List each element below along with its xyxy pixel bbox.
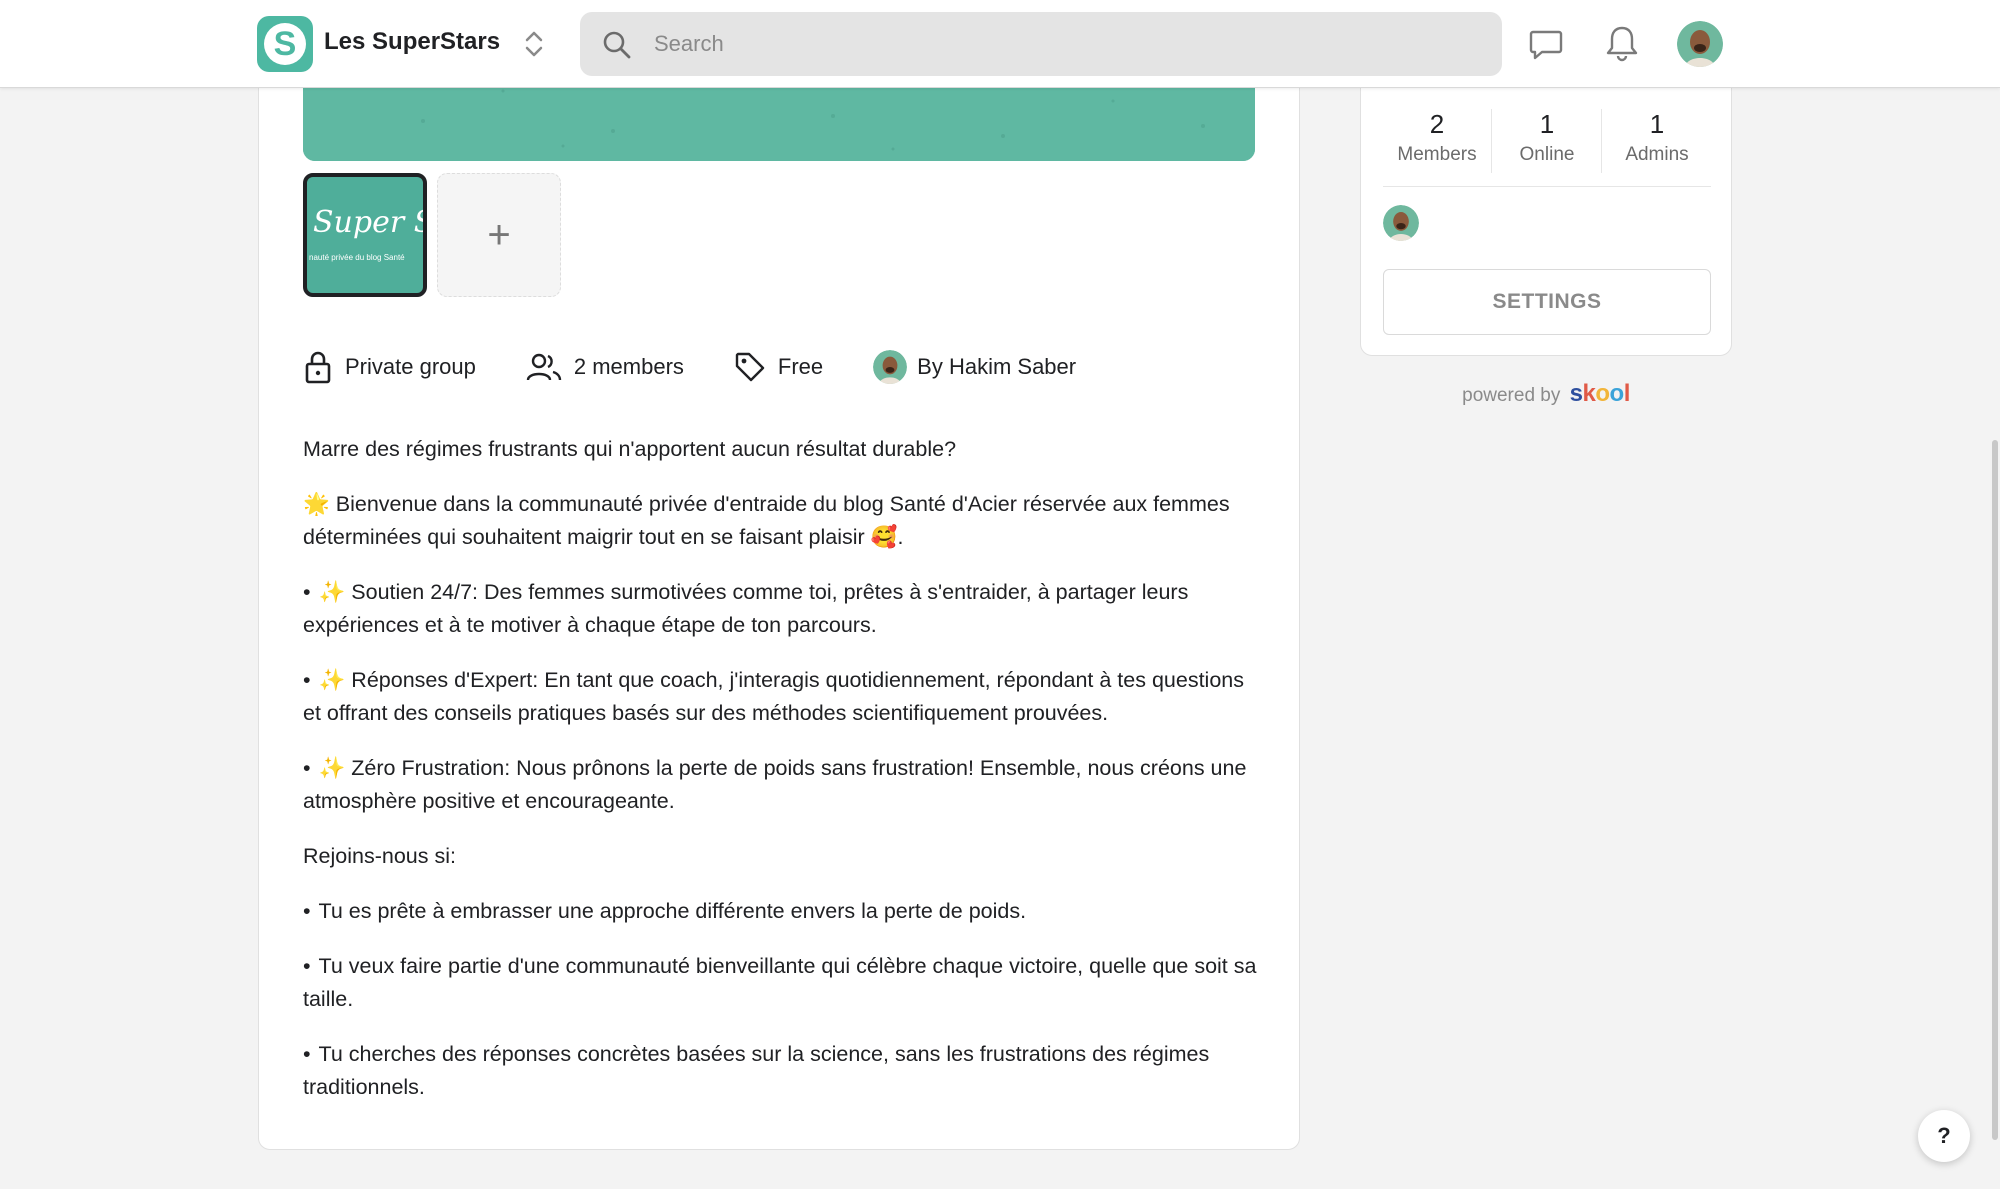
members-label: 2 members xyxy=(573,354,684,379)
group-about-card: Super St nauté privée du blog Santé + Pr… xyxy=(258,60,1300,1150)
list-item-text: Tu veux faire partie d'une communauté bi… xyxy=(303,954,1257,1011)
members-icon xyxy=(526,353,562,381)
avatar-image xyxy=(1677,21,1723,67)
search-bar[interactable] xyxy=(580,12,1502,76)
list-item-text: Soutien 24/7: Des femmes surmotivées com… xyxy=(303,580,1189,637)
list-item: • ✨ Soutien 24/7: Des femmes surmotivées … xyxy=(303,580,1189,637)
stat-admins[interactable]: 1 Admins xyxy=(1603,93,1711,166)
bell-icon[interactable] xyxy=(1605,24,1639,62)
sparkles-emoji-icon: ✨ xyxy=(318,668,346,692)
list-item: • Tu veux faire partie d'une communauté b… xyxy=(303,954,1257,1011)
stat-members[interactable]: 2 Members xyxy=(1383,93,1491,166)
powered-by-label: powered by xyxy=(1462,385,1561,406)
list-item: • ✨ Réponses d'Expert: En tant que coach,… xyxy=(303,668,1244,725)
list-item: • ✨ Zéro Frustration: Nous prônons la per… xyxy=(303,756,1247,813)
stats-row: 2 Members 1 Online 1 Admins xyxy=(1383,93,1711,187)
owner-label: By Hakim Saber xyxy=(917,354,1077,379)
welcome-period: . xyxy=(897,525,904,549)
welcome-text: Bienvenue dans la communauté privée d'en… xyxy=(303,492,1230,549)
group-meta-row: Private group 2 members Free By Hakim Sa… xyxy=(303,347,1126,387)
stat-admins-label: Admins xyxy=(1625,144,1689,165)
group-logo[interactable]: S xyxy=(257,16,313,72)
group-name[interactable]: Les SuperStars xyxy=(324,28,500,56)
list-item-text: Tu cherches des réponses concrètes basée… xyxy=(303,1042,1210,1099)
owner-info[interactable]: By Hakim Saber xyxy=(873,350,1076,384)
group-description: Marre des régimes frustrants qui n'appor… xyxy=(303,433,1263,1126)
stat-online-count: 1 xyxy=(1539,109,1555,139)
sparkles-emoji-icon: ✨ xyxy=(318,580,346,604)
add-thumbnail-button[interactable]: + xyxy=(437,173,561,297)
cover-thumbnail-selected[interactable]: Super St nauté privée du blog Santé xyxy=(303,173,427,297)
list-item-text: Zéro Frustration: Nous prônons la perte … xyxy=(303,756,1247,813)
price-info: Free xyxy=(734,351,823,383)
member-avatar[interactable] xyxy=(1383,205,1419,241)
sparkles-emoji-icon: ✨ xyxy=(318,756,346,780)
group-logo-letter: S xyxy=(264,23,306,65)
page-scrollbar[interactable] xyxy=(1992,440,1998,1140)
stat-members-count: 2 xyxy=(1429,109,1445,139)
group-switcher-icon[interactable] xyxy=(520,28,548,60)
price-label: Free xyxy=(777,354,824,379)
settings-button[interactable]: SETTINGS xyxy=(1383,269,1711,335)
thumbnail-tagline: nauté privée du blog Santé xyxy=(309,253,405,262)
skool-logo: skool xyxy=(1569,380,1631,407)
stat-online[interactable]: 1 Online xyxy=(1493,93,1601,166)
tag-icon xyxy=(735,352,765,382)
list-item-text: Réponses d'Expert: En tant que coach, j'… xyxy=(303,668,1244,725)
stat-online-label: Online xyxy=(1519,144,1575,165)
search-input[interactable] xyxy=(654,12,1474,76)
stat-admins-count: 1 xyxy=(1649,109,1665,139)
list-item: • Tu es prête à embrasser une approche di… xyxy=(303,899,1027,923)
privacy-info: Private group xyxy=(303,350,476,384)
lock-icon xyxy=(305,351,331,384)
group-stats-card: 2 Members 1 Online 1 Admins SETTINGS xyxy=(1360,60,1732,356)
thumbnail-script-text: Super St xyxy=(313,205,423,240)
list-item-text: Tu es prête à embrasser une approche dif… xyxy=(318,899,1027,923)
stat-divider xyxy=(1601,109,1602,173)
smiling-hearts-emoji-icon: 🥰 xyxy=(870,525,898,549)
description-intro: Marre des régimes frustrants qui n'appor… xyxy=(303,437,957,461)
chat-icon[interactable] xyxy=(1528,26,1564,62)
user-avatar[interactable] xyxy=(1677,21,1723,67)
list-item: • Tu cherches des réponses concrètes basé… xyxy=(303,1042,1210,1099)
stat-members-label: Members xyxy=(1397,144,1477,165)
join-title: Rejoins-nous si: xyxy=(303,844,456,868)
top-navbar: S Les SuperStars xyxy=(0,0,2000,88)
help-button[interactable]: ? xyxy=(1918,1110,1970,1162)
members-info[interactable]: 2 members xyxy=(526,352,684,382)
owner-avatar xyxy=(873,350,908,384)
privacy-label: Private group xyxy=(345,354,476,379)
powered-by-footer[interactable]: powered by skool xyxy=(1360,380,1732,408)
search-icon xyxy=(603,31,631,59)
star-emoji-icon: 🌟 xyxy=(303,492,330,516)
stat-divider xyxy=(1491,109,1492,173)
description-welcome: 🌟 Bienvenue dans la communauté privée d'… xyxy=(303,488,1263,554)
